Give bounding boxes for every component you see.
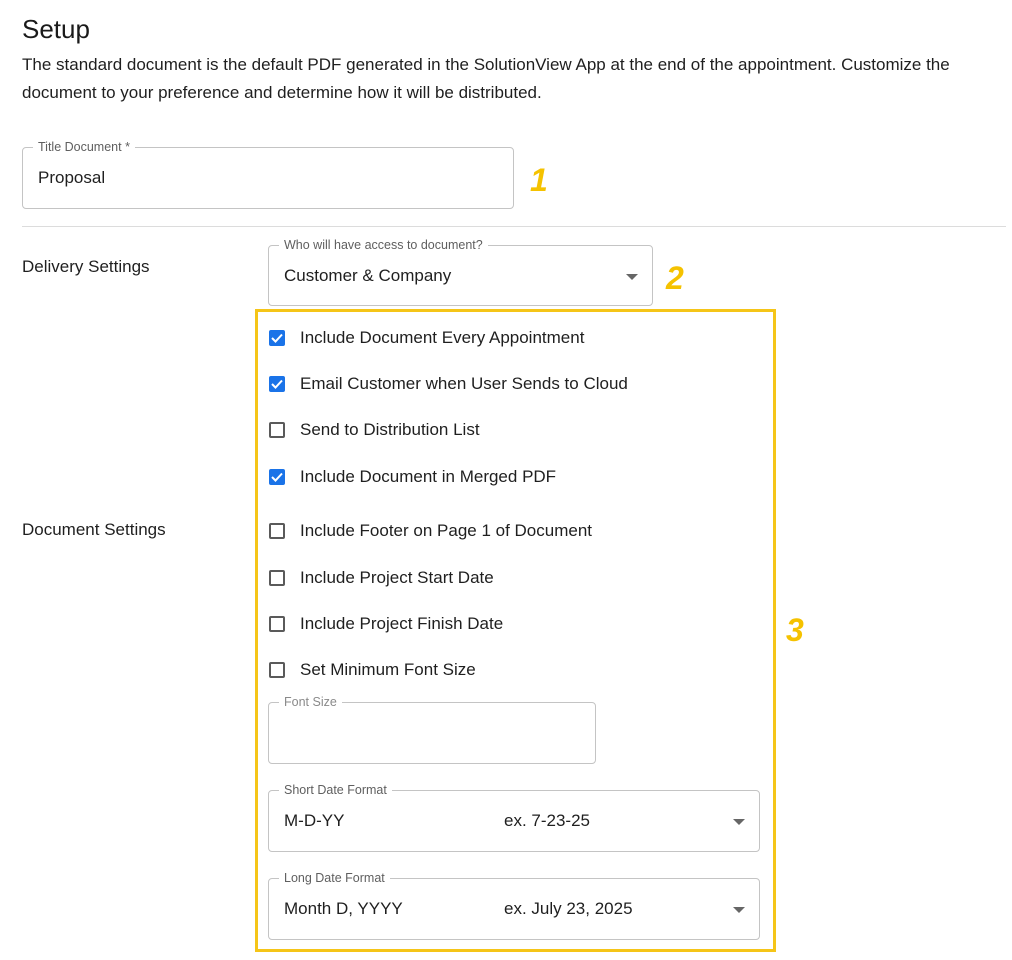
long-date-format-select[interactable]: Long Date Format Month D, YYYY ex. July … [268,870,760,940]
checkbox-icon[interactable] [269,330,285,346]
checkbox-icon[interactable] [269,376,285,392]
callout-1: 1 [530,162,548,198]
checkbox-email-customer[interactable]: Email Customer when User Sends to Cloud [269,372,628,396]
page-description: The standard document is the default PDF… [22,55,950,102]
access-select-value: Customer & Company [284,265,452,285]
access-select[interactable]: Who will have access to document? Custom… [268,237,653,306]
short-date-format-value: M-D-YY [284,811,345,830]
checkbox-project-finish-date[interactable]: Include Project Finish Date [269,612,503,636]
chevron-down-icon[interactable] [626,273,638,280]
title-document-label: Title Document * [33,139,135,155]
checkbox-label: Include Project Finish Date [300,614,504,633]
checkbox-merged-pdf[interactable]: Include Document in Merged PDF [269,465,556,489]
font-size-label: Font Size [279,694,342,710]
short-date-format-example: ex. 7-23-25 [504,811,590,830]
checkbox-icon[interactable] [269,662,285,678]
checkbox-icon[interactable] [269,422,285,438]
checkbox-min-font-size[interactable]: Set Minimum Font Size [269,658,476,682]
checkbox-label: Send to Distribution List [300,420,480,439]
checkbox-icon[interactable] [269,523,285,539]
delivery-settings-label: Delivery Settings [22,257,150,276]
title-document-field[interactable]: Title Document * Proposal [22,139,514,209]
checkbox-label: Include Footer on Page 1 of Document [300,521,593,540]
checkbox-label: Include Document Every Appointment [300,328,585,347]
title-document-value[interactable]: Proposal [38,168,105,188]
font-size-field[interactable]: Font Size [268,694,596,764]
checkbox-footer-page-1[interactable]: Include Footer on Page 1 of Document [269,519,592,543]
checkbox-distribution-list[interactable]: Send to Distribution List [269,418,480,442]
callout-2: 2 [666,260,684,296]
checkbox-label: Set Minimum Font Size [300,660,476,679]
section-divider [22,226,1006,227]
callout-3: 3 [786,612,804,648]
short-date-format-label: Short Date Format [279,782,392,798]
document-settings-label: Document Settings [22,520,166,539]
page-title: Setup [22,14,90,44]
chevron-down-icon[interactable] [733,907,745,913]
checkbox-project-start-date[interactable]: Include Project Start Date [269,566,494,590]
checkbox-icon[interactable] [269,570,285,586]
checkbox-icon[interactable] [269,616,285,632]
long-date-format-label: Long Date Format [279,870,390,886]
checkbox-include-every-appointment[interactable]: Include Document Every Appointment [269,326,584,350]
chevron-down-icon[interactable] [733,819,745,825]
checkbox-label: Include Document in Merged PDF [300,467,557,486]
checkbox-label: Email Customer when User Sends to Cloud [300,374,628,393]
access-select-label: Who will have access to document? [279,237,488,253]
short-date-format-select[interactable]: Short Date Format M-D-YY ex. 7-23-25 [268,782,760,852]
long-date-format-example: ex. July 23, 2025 [504,899,633,918]
checkbox-label: Include Project Start Date [300,568,494,587]
long-date-format-value: Month D, YYYY [284,899,403,918]
checkbox-icon[interactable] [269,469,285,485]
